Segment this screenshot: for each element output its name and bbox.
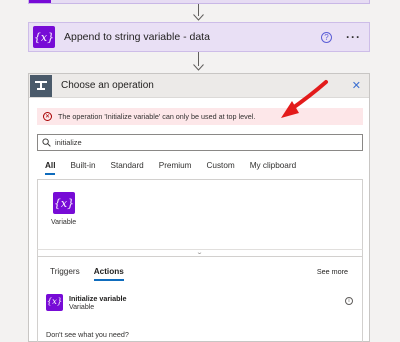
action-connector: Variable	[69, 303, 95, 311]
search-field[interactable]	[37, 134, 363, 151]
see-more-link[interactable]: See more	[317, 267, 348, 276]
connector-tile-label: Variable	[51, 219, 77, 226]
connector-filter-tabs: All Built-in Standard Premium Custom My …	[45, 161, 311, 175]
connector-arrow-icon	[193, 64, 204, 71]
action-card-title: Append to string variable - data	[64, 31, 210, 43]
tab-custom[interactable]: Custom	[207, 161, 235, 175]
chevron-down-icon: ⌄	[196, 250, 204, 256]
tab-my-clipboard[interactable]: My clipboard	[250, 161, 296, 175]
operation-icon	[30, 74, 52, 97]
search-icon	[42, 138, 51, 147]
help-icon[interactable]: ?	[321, 31, 332, 43]
tab-standard[interactable]: Standard	[111, 161, 144, 175]
error-message: The operation 'Initialize variable' can …	[58, 112, 256, 121]
variable-icon: {x}	[53, 192, 75, 214]
tab-triggers[interactable]: Triggers	[50, 267, 80, 281]
error-message-bar: ✕ The operation 'Initialize variable' ca…	[37, 108, 363, 125]
tab-actions[interactable]: Actions	[93, 267, 124, 281]
connector-arrow-icon	[193, 14, 204, 21]
operation-type-tabs: Triggers Actions	[50, 267, 138, 281]
footer-prompt: Don't see what you need?	[46, 330, 129, 339]
choose-operation-panel: Choose an operation ✕ ✕ The operation 'I…	[28, 73, 370, 342]
variable-icon: {x}	[33, 26, 55, 48]
tab-premium[interactable]: Premium	[159, 161, 192, 175]
panel-header: Choose an operation ✕	[29, 74, 369, 98]
append-string-action-card[interactable]: {x} Append to string variable - data ? ·…	[28, 22, 370, 52]
tab-built-in[interactable]: Built-in	[70, 161, 95, 175]
connector-tile-variable[interactable]: {x} Variable	[51, 192, 77, 226]
previous-action-icon-strip	[29, 0, 51, 3]
tab-all[interactable]: All	[45, 161, 56, 175]
more-options-icon[interactable]: ···	[346, 30, 361, 44]
variable-icon: {x}	[46, 293, 63, 311]
error-icon: ✕	[43, 112, 52, 121]
collapse-results-toggle[interactable]: ⌄	[37, 249, 363, 257]
operations-list: Triggers Actions See more {x} Initialize…	[37, 257, 363, 342]
panel-title: Choose an operation	[61, 80, 154, 91]
close-icon[interactable]: ✕	[352, 79, 361, 92]
search-input[interactable]	[55, 138, 255, 147]
info-icon[interactable]: i	[345, 297, 353, 305]
connector-results: {x} Variable	[37, 179, 363, 253]
action-item-initialize-variable[interactable]: {x} Initialize variable Variable i	[46, 291, 358, 313]
action-name: Initialize variable	[69, 293, 127, 303]
flow-canvas: {x} Append to string variable - data ? ·…	[0, 0, 400, 342]
previous-action-card[interactable]	[28, 0, 370, 4]
